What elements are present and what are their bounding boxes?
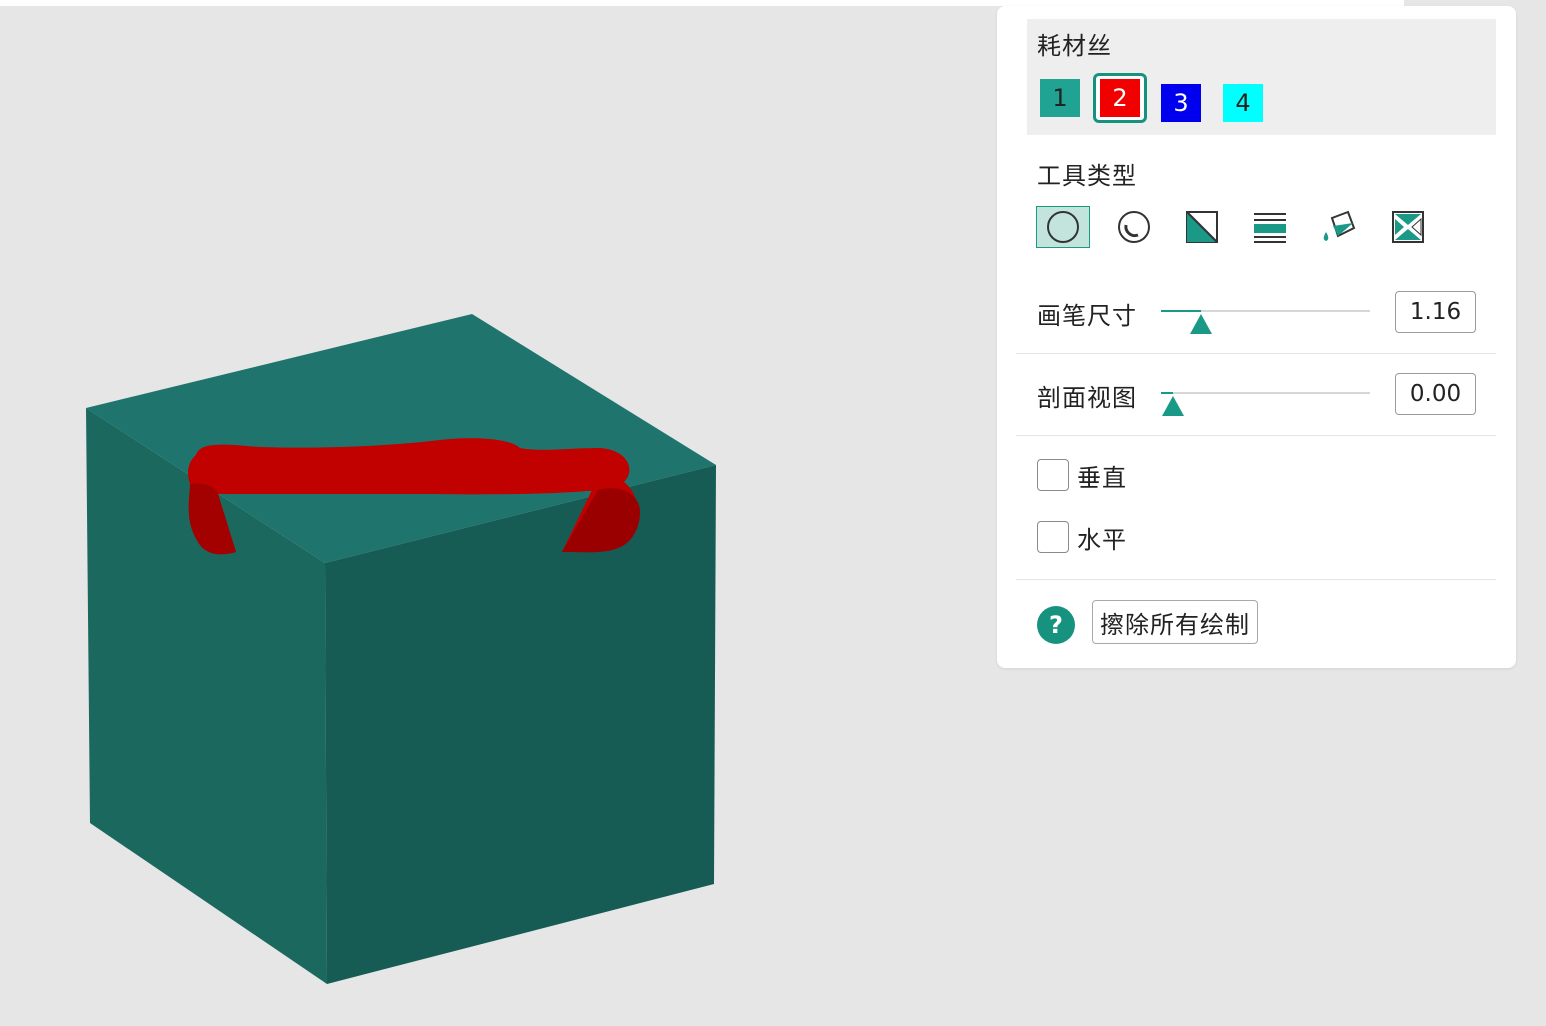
horizontal-label: 水平 — [1077, 526, 1127, 554]
erase-all-button[interactable]: 擦除所有绘制 — [1092, 600, 1258, 644]
divider — [1016, 353, 1496, 354]
tool-circle-button[interactable] — [1036, 206, 1090, 248]
vertical-checkbox[interactable] — [1037, 459, 1069, 491]
tool-sphere-button[interactable] — [1107, 206, 1161, 248]
filament-title: 耗材丝 — [1037, 32, 1112, 60]
section-view-value[interactable]: 0.00 — [1395, 373, 1476, 415]
sphere-brush-icon — [1118, 211, 1150, 243]
horizontal-checkbox[interactable] — [1037, 521, 1069, 553]
vertical-label: 垂直 — [1077, 464, 1127, 492]
3d-viewport[interactable] — [0, 0, 1000, 1026]
divider — [1016, 579, 1496, 580]
circle-brush-icon — [1047, 211, 1079, 243]
tool-type-title: 工具类型 — [1037, 162, 1137, 190]
filament-swatch-1[interactable]: 1 — [1040, 79, 1080, 117]
triangle-fill-icon — [1186, 211, 1218, 243]
tool-gap-fill-button[interactable] — [1381, 206, 1435, 248]
height-range-icon — [1254, 213, 1286, 243]
filament-swatch-4-label: 4 — [1235, 89, 1251, 117]
filament-swatch-3[interactable]: 3 — [1161, 84, 1201, 122]
filament-swatch-2-label: 2 — [1112, 84, 1128, 112]
paint-tool-panel: 耗材丝 1 2 3 4 工具类型 画笔尺寸 1.16 剖面视图 0.00 垂直 … — [997, 6, 1516, 668]
section-view-label: 剖面视图 — [1037, 384, 1137, 412]
filament-swatch-1-label: 1 — [1052, 84, 1068, 112]
brush-size-thumb[interactable] — [1190, 314, 1213, 334]
brush-size-value[interactable]: 1.16 — [1395, 291, 1476, 333]
filament-swatch-2[interactable]: 2 — [1100, 79, 1140, 117]
gap-fill-icon — [1392, 211, 1424, 243]
brush-size-fill — [1161, 310, 1202, 312]
model-canvas[interactable] — [0, 0, 1000, 1026]
help-icon-glyph: ? — [1049, 611, 1063, 639]
tool-height-range-button[interactable] — [1243, 206, 1297, 248]
filament-swatch-4[interactable]: 4 — [1223, 84, 1263, 122]
help-icon[interactable]: ? — [1037, 606, 1075, 644]
brush-size-label: 画笔尺寸 — [1037, 302, 1137, 330]
paint-bucket-icon — [1323, 210, 1356, 241]
section-view-track[interactable] — [1161, 392, 1370, 394]
filament-swatch-3-label: 3 — [1173, 89, 1189, 117]
tool-triangle-button[interactable] — [1175, 206, 1229, 248]
section-view-thumb[interactable] — [1162, 396, 1184, 416]
section-view-fill — [1161, 392, 1173, 394]
divider — [1016, 435, 1496, 436]
tool-fill-button[interactable] — [1312, 206, 1366, 248]
